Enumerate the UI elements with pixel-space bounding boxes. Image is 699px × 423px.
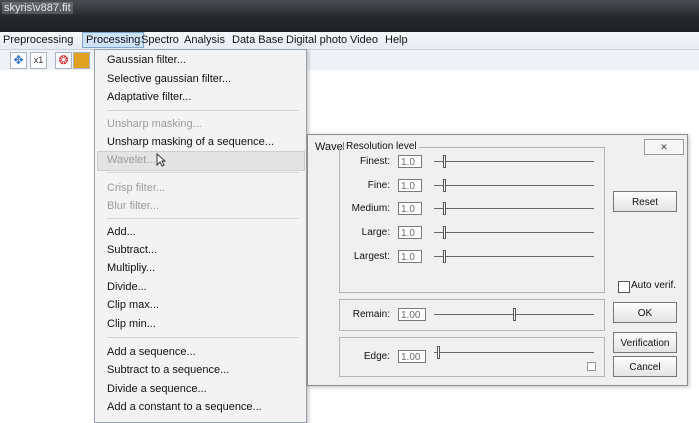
- menu-item-add-constant-sequence[interactable]: Add a constant to a sequence...: [107, 399, 262, 415]
- remain-group: Remain: 1.00: [339, 299, 605, 331]
- largest-field[interactable]: 1.0: [398, 250, 422, 263]
- processing-dropdown: Gaussian filter... Selective gaussian fi…: [94, 49, 307, 423]
- cancel-button[interactable]: Cancel: [613, 356, 677, 377]
- slider-thumb[interactable]: [443, 250, 446, 263]
- resolution-level-label: Resolution level: [344, 141, 419, 152]
- menu-item-divide[interactable]: Divide...: [107, 279, 147, 295]
- menu-item-divide-sequence[interactable]: Divide a sequence...: [107, 381, 207, 397]
- menu-help[interactable]: Help: [382, 33, 411, 47]
- auto-verif-label: Auto verif.: [631, 280, 677, 291]
- fine-field[interactable]: 1.0: [398, 179, 422, 192]
- menu-video[interactable]: Video: [347, 33, 381, 47]
- menu-item-add[interactable]: Add...: [107, 224, 136, 240]
- fine-slider[interactable]: [434, 179, 594, 193]
- menu-item-clip-min[interactable]: Clip min...: [107, 316, 156, 332]
- medium-slider[interactable]: [434, 202, 594, 216]
- slider-thumb[interactable]: [437, 346, 440, 359]
- large-field[interactable]: 1.0: [398, 226, 422, 239]
- menu-item-crisp-filter[interactable]: Crisp filter...: [107, 180, 165, 196]
- edge-group: Edge: 1.00: [339, 337, 605, 377]
- menu-item-blur-filter[interactable]: Blur filter...: [107, 198, 159, 214]
- finest-field[interactable]: 1.0: [398, 155, 422, 168]
- zoom-x1-button[interactable]: x1: [30, 52, 47, 69]
- menu-analysis[interactable]: Analysis: [181, 33, 228, 47]
- menu-separator: [107, 172, 299, 173]
- menu-processing[interactable]: Processing: [82, 32, 145, 48]
- menu-item-unsharp-sequence[interactable]: Unsharp masking of a sequence...: [107, 134, 274, 150]
- menu-item-subtract-sequence[interactable]: Subtract to a sequence...: [107, 362, 229, 378]
- menu-digital-photo[interactable]: Digital photo: [283, 33, 350, 47]
- title-bar: skyris\v887.fit: [0, 0, 699, 32]
- edge-field[interactable]: 1.00: [398, 350, 426, 363]
- menu-item-subtract[interactable]: Subtract...: [107, 242, 157, 258]
- slider-track: [434, 352, 594, 353]
- slider-track: [434, 185, 594, 186]
- menu-separator: [107, 218, 299, 219]
- medium-field[interactable]: 1.0: [398, 202, 422, 215]
- remain-field[interactable]: 1.00: [398, 308, 426, 321]
- menu-separator: [107, 337, 299, 338]
- edge-checkbox[interactable]: [587, 362, 596, 371]
- mouse-cursor-icon: [156, 153, 166, 167]
- verification-button[interactable]: Verification: [613, 332, 677, 353]
- largest-slider[interactable]: [434, 250, 594, 264]
- wavelet-dialog: Wavelet ✕ Resolution level Finest: 1.0 F…: [307, 134, 688, 386]
- medium-label: Medium:: [351, 203, 390, 214]
- edge-label: Edge:: [363, 351, 390, 362]
- large-slider[interactable]: [434, 226, 594, 240]
- auto-verif-checkbox[interactable]: [618, 281, 630, 293]
- largest-label: Largest:: [353, 251, 390, 262]
- slider-track: [434, 256, 594, 257]
- large-label: Large:: [361, 227, 390, 238]
- close-button[interactable]: ✕: [644, 139, 684, 155]
- slider-thumb[interactable]: [443, 202, 446, 215]
- slider-track: [434, 161, 594, 162]
- fine-label: Fine:: [367, 180, 390, 191]
- finest-slider[interactable]: [434, 155, 594, 169]
- menu-item-adaptative-filter[interactable]: Adaptative filter...: [107, 89, 191, 105]
- slider-thumb[interactable]: [443, 226, 446, 239]
- menu-bar: Preprocessing Processing Spectro Analysi…: [0, 32, 699, 50]
- menu-spectro[interactable]: Spectro: [138, 33, 182, 47]
- reset-button[interactable]: Reset: [613, 191, 677, 212]
- slider-thumb[interactable]: [513, 308, 516, 321]
- menu-item-gaussian-filter[interactable]: Gaussian filter...: [107, 52, 186, 68]
- menu-item-add-sequence[interactable]: Add a sequence...: [107, 344, 196, 360]
- palette-icon[interactable]: [73, 52, 90, 69]
- menu-item-wavelet[interactable]: Wavelet...: [107, 152, 156, 168]
- menu-separator: [107, 110, 299, 111]
- crosshair-icon[interactable]: ✥: [10, 52, 27, 69]
- menu-database[interactable]: Data Base: [229, 33, 286, 47]
- slider-track: [434, 232, 594, 233]
- edge-slider[interactable]: [434, 346, 594, 360]
- menu-item-selective-gaussian[interactable]: Selective gaussian filter...: [107, 71, 231, 87]
- color-icon[interactable]: ❂: [55, 52, 72, 69]
- ok-button[interactable]: OK: [613, 302, 677, 323]
- slider-track: [434, 208, 594, 209]
- menu-item-unsharp-masking[interactable]: Unsharp masking...: [107, 116, 202, 132]
- slider-thumb[interactable]: [443, 155, 446, 168]
- remain-slider[interactable]: [434, 308, 594, 322]
- menu-item-clip-max[interactable]: Clip max...: [107, 297, 159, 313]
- menu-item-multiply[interactable]: Multipliy...: [107, 260, 155, 276]
- resolution-level-group: Resolution level Finest: 1.0 Fine: 1.0 M…: [339, 141, 605, 293]
- menu-preprocessing[interactable]: Preprocessing: [0, 33, 76, 47]
- slider-thumb[interactable]: [443, 179, 446, 192]
- remain-label: Remain:: [352, 309, 390, 320]
- window-title: skyris\v887.fit: [2, 2, 73, 14]
- finest-label: Finest:: [359, 156, 390, 167]
